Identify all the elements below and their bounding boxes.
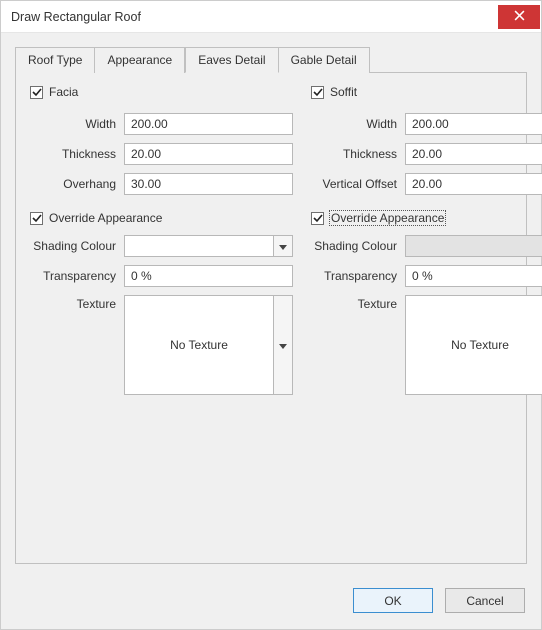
facia-shading-combo[interactable] (124, 235, 293, 257)
facia-transparency-input[interactable] (124, 265, 293, 287)
ok-button[interactable]: OK (353, 588, 433, 613)
soffit-shading-combo[interactable] (405, 235, 542, 257)
titlebar: Draw Rectangular Roof (1, 1, 541, 33)
facia-width-input[interactable] (124, 113, 293, 135)
facia-width-label: Width (30, 117, 124, 131)
facia-thickness-label: Thickness (30, 147, 124, 161)
soffit-column: Soffit Width Thickness Vertical Offset (311, 85, 542, 395)
tab-eaves-detail[interactable]: Eaves Detail (185, 47, 278, 73)
soffit-transparency-label: Transparency (311, 269, 405, 283)
soffit-texture-combo[interactable]: No Texture (405, 295, 542, 395)
soffit-thickness-input[interactable] (405, 143, 542, 165)
soffit-width-label: Width (311, 117, 405, 131)
tab-strip: Roof Type Appearance Eaves Detail Gable … (15, 47, 527, 72)
tab-gable-detail[interactable]: Gable Detail (279, 47, 370, 73)
facia-texture-dropdown-button[interactable] (273, 295, 293, 395)
soffit-override-checkbox[interactable] (311, 212, 324, 225)
facia-texture-combo[interactable]: No Texture (124, 295, 293, 395)
facia-overhang-input[interactable] (124, 173, 293, 195)
facia-column: Facia Width Thickness Overhang (30, 85, 293, 395)
chevron-down-icon (279, 338, 287, 352)
soffit-voffset-label: Vertical Offset (311, 177, 405, 191)
dialog-body: Roof Type Appearance Eaves Detail Gable … (1, 33, 541, 578)
facia-overhang-label: Overhang (30, 177, 124, 191)
close-icon (514, 10, 525, 24)
soffit-thickness-label: Thickness (311, 147, 405, 161)
soffit-transparency-input[interactable] (405, 265, 542, 287)
soffit-voffset-input[interactable] (405, 173, 542, 195)
tab-appearance[interactable]: Appearance (95, 47, 185, 73)
facia-texture-value: No Texture (124, 295, 273, 395)
facia-shading-label: Shading Colour (30, 239, 124, 253)
facia-texture-label: Texture (30, 295, 124, 311)
facia-override-checkbox[interactable] (30, 212, 43, 225)
facia-shading-swatch (124, 235, 273, 257)
window-title: Draw Rectangular Roof (1, 10, 141, 24)
button-bar: OK Cancel (1, 578, 541, 629)
soffit-override-label: Override Appearance (330, 211, 445, 225)
close-button[interactable] (498, 5, 540, 29)
soffit-checkbox[interactable] (311, 86, 324, 99)
soffit-width-input[interactable] (405, 113, 542, 135)
facia-label: Facia (49, 85, 78, 99)
soffit-label: Soffit (330, 85, 357, 99)
chevron-down-icon (279, 239, 287, 253)
soffit-texture-label: Texture (311, 295, 405, 311)
tab-panel-eaves-detail: Facia Width Thickness Overhang (15, 72, 527, 564)
soffit-shading-swatch (405, 235, 542, 257)
facia-shading-dropdown-button[interactable] (273, 235, 293, 257)
cancel-button[interactable]: Cancel (445, 588, 525, 613)
soffit-texture-value: No Texture (405, 295, 542, 395)
tab-roof-type[interactable]: Roof Type (15, 47, 95, 73)
soffit-shading-label: Shading Colour (311, 239, 405, 253)
dialog-window: Draw Rectangular Roof Roof Type Appearan… (0, 0, 542, 630)
facia-thickness-input[interactable] (124, 143, 293, 165)
facia-override-label: Override Appearance (49, 211, 162, 225)
facia-transparency-label: Transparency (30, 269, 124, 283)
facia-checkbox[interactable] (30, 86, 43, 99)
